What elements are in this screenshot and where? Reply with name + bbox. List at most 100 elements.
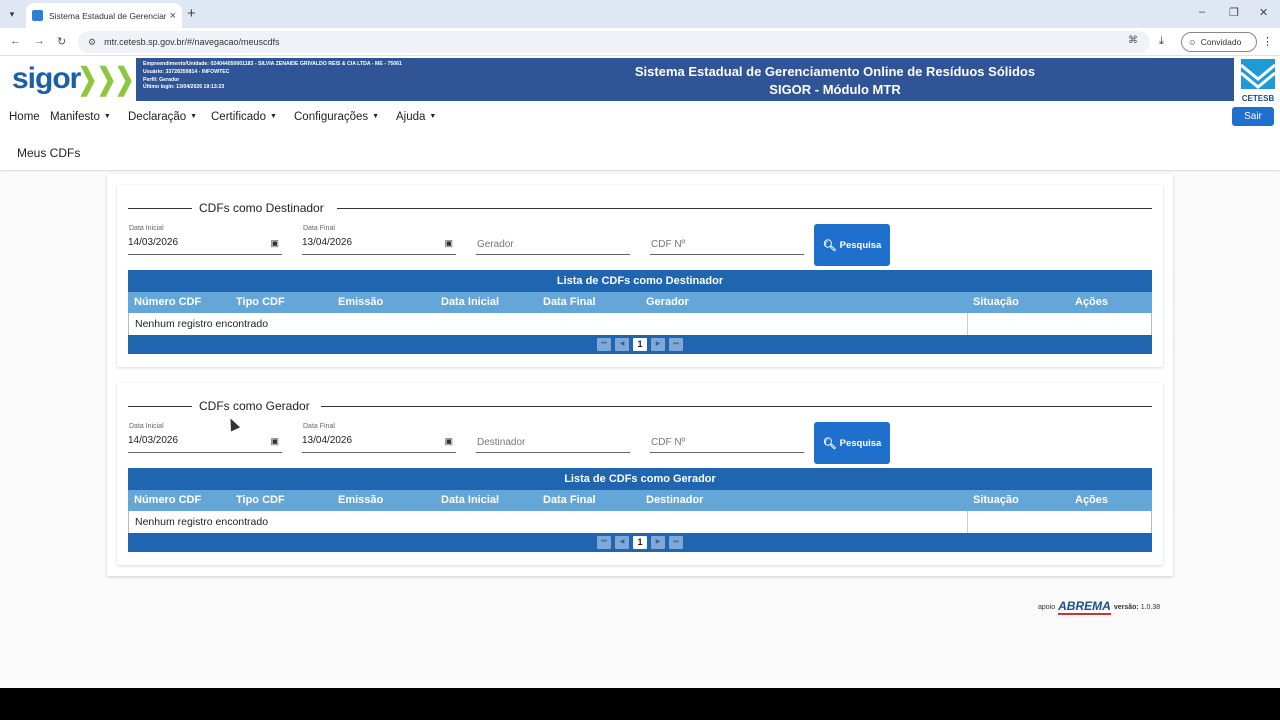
legend-line-left — [128, 406, 192, 407]
system-title: Sistema Estadual de Gerenciamento Online… — [560, 63, 1110, 99]
col-emissao[interactable]: Emissão — [338, 494, 383, 506]
main-menu: Home Manifesto ▼ Declaração ▼ Certificado ▼… — [0, 103, 1280, 135]
search-icon: 🔍︎ — [822, 239, 837, 252]
abrema-logo: ABREMA — [1058, 599, 1111, 615]
col-acoes: Ações — [1075, 494, 1109, 506]
browser-tab[interactable]: Sistema Estadual de Gerenciam × — [26, 3, 182, 28]
menu-ajuda[interactable]: Ajuda ▼ — [396, 111, 436, 123]
col-tipo-cdf[interactable]: Tipo CDF — [236, 494, 285, 506]
back-icon[interactable]: ← — [10, 35, 21, 47]
download-icon[interactable]: ⤓ — [1159, 35, 1164, 48]
translate-icon[interactable]: ⌘ — [1128, 35, 1138, 46]
col-destinador[interactable]: Destinador — [646, 494, 703, 506]
calendar-icon[interactable]: ▣ — [444, 238, 453, 249]
url-text: mtr.cetesb.sp.gov.br/#/navegacao/meuscdf… — [104, 37, 280, 47]
destinador-legend: CDFs como Destinador — [199, 201, 324, 215]
tab-search-icon[interactable]: ▾ — [4, 6, 20, 22]
forward-icon[interactable]: → — [34, 35, 45, 47]
session-info: Empreendimento/Unidade: 024044050001183 … — [143, 61, 402, 92]
menu-manifesto[interactable]: Manifesto ▼ — [50, 111, 111, 123]
col-numero-cdf[interactable]: Número CDF — [134, 296, 201, 308]
next-page-icon[interactable]: ▶ — [651, 338, 665, 351]
sigor-logo-text: sigor — [12, 62, 81, 95]
col-situacao[interactable]: Situação — [973, 296, 1019, 308]
cdf-number-input[interactable]: CDF Nº — [650, 236, 804, 255]
end-date-value: 13/04/2026 — [302, 237, 353, 248]
gerador-filter-input[interactable]: Gerador — [476, 236, 630, 255]
new-tab-button[interactable]: + — [187, 5, 196, 22]
gerador-placeholder: Gerador — [477, 239, 514, 250]
col-emissao[interactable]: Emissão — [338, 296, 383, 308]
end-date-label: Data Final — [303, 423, 335, 430]
destinador-filter-input[interactable]: Destinador — [476, 434, 630, 453]
calendar-icon[interactable]: ▣ — [270, 238, 279, 249]
profile-icon: ☺ — [1188, 37, 1197, 47]
address-bar[interactable]: ⚙ mtr.cetesb.sp.gov.br/#/navegacao/meusc… — [78, 31, 1150, 53]
site-info-icon[interactable]: ⚙ — [88, 37, 96, 48]
row-divider — [967, 511, 968, 533]
close-window-icon[interactable]: ✕ — [1259, 6, 1268, 19]
menu-home[interactable]: Home — [9, 111, 40, 123]
current-page[interactable]: 1 — [633, 338, 647, 351]
table-caption: Lista de CDFs como Destinador — [128, 270, 1152, 292]
session-unit: Empreendimento/Unidade: 024044050001183 … — [143, 61, 402, 67]
browser-tab-bar: ▾ Sistema Estadual de Gerenciam × + – ❐ … — [0, 0, 1280, 28]
col-data-final[interactable]: Data Final — [543, 296, 596, 308]
start-date-label: Data Inicial — [129, 225, 164, 232]
first-page-icon[interactable]: ⏮ — [597, 338, 611, 351]
menu-declaracao[interactable]: Declaração ▼ — [128, 111, 197, 123]
logout-button[interactable]: Sair — [1232, 107, 1274, 126]
col-acoes: Ações — [1075, 296, 1109, 308]
gerador-end-date-field[interactable]: Data Final 13/04/2026 ▣ — [302, 423, 456, 453]
browser-tab-title: Sistema Estadual de Gerenciam — [49, 10, 166, 21]
menu-certificado[interactable]: Certificado ▼ — [211, 111, 277, 123]
last-page-icon[interactable]: ⏭ — [669, 536, 683, 549]
col-gerador[interactable]: Gerador — [646, 296, 689, 308]
tab-close-icon[interactable]: × — [170, 10, 176, 22]
cdf-number-input[interactable]: CDF Nº — [650, 434, 804, 453]
prev-page-icon[interactable]: ◀ — [615, 536, 629, 549]
col-data-inicial[interactable]: Data Inicial — [441, 296, 499, 308]
search-icon: 🔍︎ — [822, 437, 837, 450]
current-page[interactable]: 1 — [633, 536, 647, 549]
minimize-icon[interactable]: – — [1199, 6, 1205, 18]
col-data-final[interactable]: Data Final — [543, 494, 596, 506]
session-last-login: Último login: 13/04/2026 19:13:23 — [143, 84, 225, 91]
first-page-icon[interactable]: ⏮ — [597, 536, 611, 549]
caret-down-icon: ▼ — [429, 113, 437, 120]
system-title-line1: Sistema Estadual de Gerenciamento Online… — [634, 64, 1036, 79]
browser-toolbar: ← → ↻ ⚙ mtr.cetesb.sp.gov.br/#/navegacao… — [0, 28, 1280, 56]
col-situacao[interactable]: Situação — [973, 494, 1019, 506]
gerador-search-button[interactable]: 🔍︎ Pesquisa — [814, 422, 890, 464]
end-date-label: Data Final — [303, 225, 335, 232]
menu-configuracoes[interactable]: Configurações ▼ — [294, 111, 379, 123]
col-data-inicial[interactable]: Data Inicial — [441, 494, 499, 506]
destinador-table: Lista de CDFs como Destinador Número CDF… — [128, 270, 1152, 354]
system-title-line2: SIGOR - Módulo MTR — [769, 82, 901, 97]
reload-icon[interactable]: ↻ — [57, 35, 66, 48]
cetesb-logo: CETESB — [1236, 57, 1280, 103]
destinador-start-date-field[interactable]: Data Inicial 14/03/2026 ▣ — [128, 225, 282, 255]
destinador-search-button[interactable]: 🔍︎ Pesquisa — [814, 224, 890, 266]
page-title: Meus CDFs — [17, 146, 81, 160]
col-numero-cdf[interactable]: Número CDF — [134, 494, 201, 506]
next-page-icon[interactable]: ▶ — [651, 536, 665, 549]
restore-icon[interactable]: ❐ — [1229, 6, 1239, 19]
calendar-icon[interactable]: ▣ — [444, 436, 453, 447]
destinador-end-date-field[interactable]: Data Final 13/04/2026 ▣ — [302, 225, 456, 255]
prev-page-icon[interactable]: ◀ — [615, 338, 629, 351]
gerador-start-date-field[interactable]: Data Inicial 14/03/2026 ▣ — [128, 423, 282, 453]
profile-button[interactable]: ☺ Convidado — [1181, 32, 1257, 52]
start-date-label: Data Inicial — [129, 423, 164, 430]
calendar-icon[interactable]: ▣ — [270, 436, 279, 447]
search-button-label: Pesquisa — [839, 437, 882, 449]
chevrons-icon: ❯ ❯ ❯ — [77, 62, 135, 96]
profile-label: Convidado — [1200, 37, 1242, 47]
last-page-icon[interactable]: ⏭ — [669, 338, 683, 351]
empty-message: Nenhum registro encontrado — [135, 318, 269, 330]
caret-down-icon: ▼ — [190, 113, 198, 120]
caret-down-icon: ▼ — [269, 113, 277, 120]
col-tipo-cdf[interactable]: Tipo CDF — [236, 296, 285, 308]
browser-menu-icon[interactable]: ⋮ — [1262, 35, 1273, 48]
table-header: Número CDF Tipo CDF Emissão Data Inicial… — [128, 490, 1152, 511]
